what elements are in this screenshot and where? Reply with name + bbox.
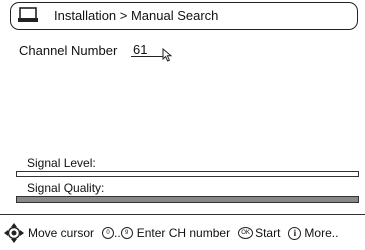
- channel-number-value: 61: [133, 42, 148, 57]
- footer-divider: [0, 214, 365, 215]
- info-button-icon: i: [288, 226, 302, 240]
- more-label: More..: [304, 226, 339, 240]
- move-cursor-hint: Move cursor: [4, 223, 94, 243]
- start-label: Start: [255, 226, 281, 240]
- signal-level-label: Signal Level:: [27, 156, 96, 170]
- enter-ch-hint: 0 .. 9 Enter CH number: [102, 226, 230, 240]
- signal-quality-bar: [16, 196, 359, 203]
- start-hint: OK Start: [238, 226, 280, 240]
- pointer-cursor-icon: [162, 48, 173, 62]
- signal-level-bar: [16, 171, 359, 177]
- enter-ch-label: Enter CH number: [136, 226, 231, 240]
- move-cursor-label: Move cursor: [28, 226, 95, 240]
- digit-0-button-icon: 0: [102, 227, 115, 239]
- ok-button-icon: OK: [238, 227, 254, 239]
- digit-range-separator: ..: [114, 226, 121, 240]
- header-bar: Installation > Manual Search: [10, 2, 358, 30]
- signal-quality-label: Signal Quality:: [27, 181, 105, 195]
- signal-quality-fill: [17, 197, 358, 202]
- page-title: Installation > Manual Search: [54, 8, 219, 23]
- tv-icon: [18, 7, 38, 22]
- footer-help-bar: Move cursor 0 .. 9 Enter CH number OK St…: [4, 220, 338, 246]
- digit-9-button-icon: 9: [120, 227, 133, 239]
- channel-number-label: Channel Number: [19, 43, 118, 58]
- navigation-pad-icon: [4, 223, 24, 243]
- more-hint: i More..: [288, 226, 338, 240]
